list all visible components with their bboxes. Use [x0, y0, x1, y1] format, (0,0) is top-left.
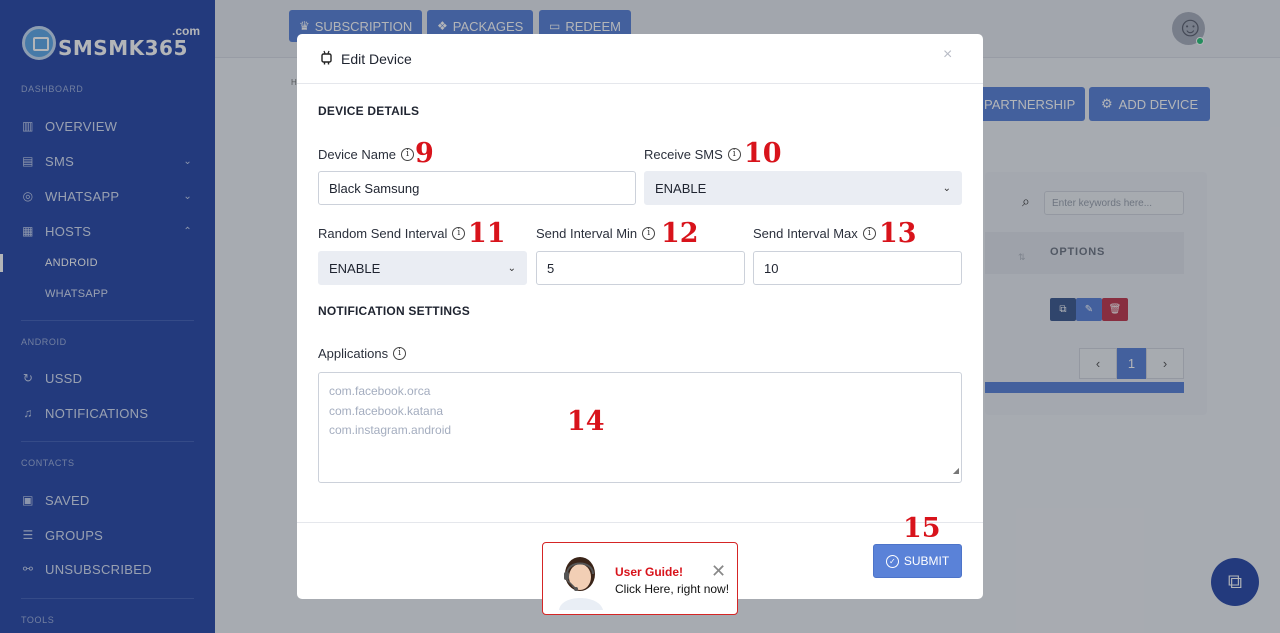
info-icon[interactable]: i	[862, 227, 876, 240]
interval-max-label: Send Interval Max i	[753, 226, 876, 241]
placeholder-line: com.instagram.android	[329, 423, 452, 437]
guide-title: User Guide!	[615, 565, 684, 579]
random-interval-select[interactable]: ENABLE ⌄	[318, 251, 527, 285]
resize-handle[interactable]: ◢	[953, 461, 959, 481]
receive-sms-select[interactable]: ENABLE ⌄	[644, 171, 962, 205]
interval-max-label-text: Send Interval Max	[753, 226, 858, 241]
receive-sms-label: Receive SMS i	[644, 147, 741, 162]
info-icon[interactable]: i	[452, 227, 466, 240]
notification-settings-title: NOTIFICATION SETTINGS	[318, 304, 470, 318]
close-icon[interactable]: ✕	[711, 561, 726, 582]
info-icon[interactable]: i	[393, 347, 407, 360]
annotation-12: 12	[661, 218, 699, 249]
annotation-14: 14	[567, 406, 605, 437]
annotation-11: 11	[468, 218, 506, 249]
android-icon	[321, 50, 332, 65]
placeholder-line: com.facebook.orca	[329, 384, 431, 398]
support-agent-icon	[559, 557, 603, 610]
check-circle-icon: ✓	[885, 554, 899, 568]
chevron-down-icon: ⌄	[507, 262, 516, 274]
placeholder-line: com.facebook.katana	[329, 403, 444, 418]
close-icon[interactable]: ×	[943, 46, 952, 64]
applications-label: Applications i	[318, 346, 407, 361]
info-icon[interactable]: i	[727, 148, 741, 161]
annotation-9: 9	[415, 138, 434, 169]
submit-button[interactable]: ✓ SUBMIT	[873, 544, 962, 578]
interval-min-label-text: Send Interval Min	[536, 226, 638, 241]
chevron-down-icon: ⌄	[942, 182, 951, 194]
guide-subtitle: Click Here, right now!	[615, 582, 730, 596]
annotation-15: 15	[903, 513, 941, 544]
applications-label-text: Applications	[318, 346, 389, 361]
random-interval-label-text: Random Send Interval	[318, 226, 448, 241]
receive-sms-label-text: Receive SMS	[644, 147, 723, 162]
edit-device-modal: Edit Device × DEVICE DETAILS Device Name…	[297, 34, 983, 599]
interval-min-label: Send Interval Min i	[536, 226, 656, 241]
device-name-input[interactable]: Black Samsung	[318, 171, 636, 205]
device-name-label: Device Name i	[318, 147, 415, 162]
submit-label: SUBMIT	[903, 554, 950, 568]
info-icon[interactable]: i	[401, 148, 415, 161]
modal-footer-divider	[297, 522, 983, 523]
random-interval-value: ENABLE	[329, 260, 381, 276]
interval-max-input[interactable]: 10	[753, 251, 962, 285]
random-interval-label: Random Send Interval i	[318, 226, 466, 241]
applications-textarea[interactable]: com.facebook.orca com.facebook.katana co…	[318, 372, 962, 483]
device-details-title: DEVICE DETAILS	[318, 104, 420, 118]
interval-min-input[interactable]: 5	[536, 251, 745, 285]
modal-title: Edit Device	[341, 51, 412, 67]
modal-header: Edit Device ×	[297, 34, 983, 84]
info-icon[interactable]: i	[642, 227, 656, 240]
user-guide-popup[interactable]: User Guide! Click Here, right now! ✕	[542, 542, 738, 615]
device-name-label-text: Device Name	[318, 147, 397, 162]
annotation-13: 13	[879, 218, 917, 249]
receive-sms-value: ENABLE	[655, 180, 707, 196]
annotation-10: 10	[744, 138, 782, 169]
